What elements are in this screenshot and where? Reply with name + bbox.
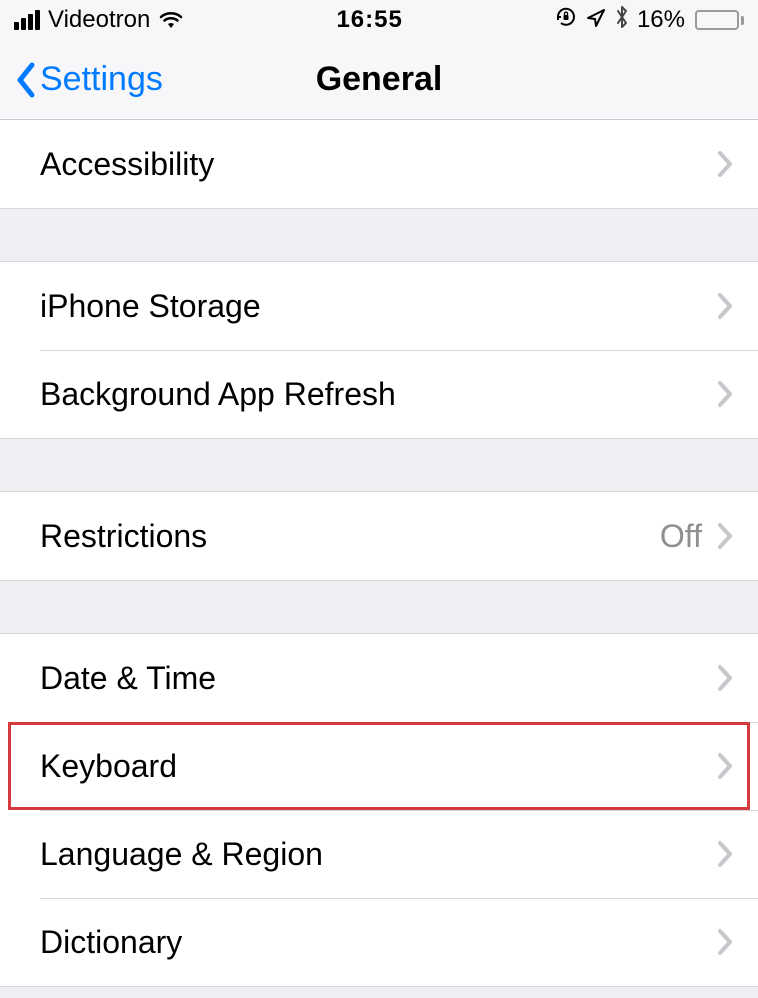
- battery-icon: [695, 10, 744, 30]
- chevron-left-icon: [14, 61, 38, 99]
- row-accessory: [716, 149, 734, 179]
- status-left: Videotron: [14, 6, 184, 34]
- settings-row-dictionary[interactable]: Dictionary: [0, 898, 758, 986]
- chevron-right-icon: [716, 379, 734, 409]
- row-label: Dictionary: [40, 924, 182, 961]
- back-button[interactable]: Settings: [14, 60, 163, 99]
- settings-group: Accessibility: [0, 120, 758, 209]
- page-title: General: [316, 60, 443, 99]
- row-accessory: [716, 291, 734, 321]
- settings-row-background-app-refresh[interactable]: Background App Refresh: [0, 350, 758, 438]
- settings-row-date-time[interactable]: Date & Time: [0, 634, 758, 722]
- row-label: Background App Refresh: [40, 376, 396, 413]
- row-label: Accessibility: [40, 146, 214, 183]
- settings-list: Accessibility iPhone Storage Background …: [0, 120, 758, 987]
- row-accessory: [716, 839, 734, 869]
- row-accessory: [716, 927, 734, 957]
- chevron-right-icon: [716, 839, 734, 869]
- row-label: Date & Time: [40, 660, 216, 697]
- settings-row-restrictions[interactable]: Restrictions Off: [0, 492, 758, 580]
- chevron-right-icon: [716, 149, 734, 179]
- row-label: iPhone Storage: [40, 288, 261, 325]
- chevron-right-icon: [716, 291, 734, 321]
- settings-group: Restrictions Off: [0, 491, 758, 581]
- row-label: Language & Region: [40, 836, 323, 873]
- status-right: 16%: [555, 5, 744, 36]
- nav-bar: Settings General: [0, 40, 758, 120]
- chevron-right-icon: [716, 521, 734, 551]
- settings-row-iphone-storage[interactable]: iPhone Storage: [0, 262, 758, 350]
- chevron-right-icon: [716, 751, 734, 781]
- location-icon: [585, 6, 607, 35]
- settings-row-keyboard[interactable]: Keyboard: [0, 722, 758, 810]
- settings-row-accessibility[interactable]: Accessibility: [0, 120, 758, 208]
- row-accessory: Off: [660, 518, 734, 555]
- chevron-right-icon: [716, 927, 734, 957]
- status-bar: Videotron 16:55: [0, 0, 758, 40]
- row-label: Keyboard: [40, 748, 177, 785]
- cellular-signal-icon: [14, 10, 40, 30]
- wifi-icon: [158, 10, 184, 30]
- row-accessory: [716, 379, 734, 409]
- row-label: Restrictions: [40, 518, 207, 555]
- settings-group: Date & Time Keyboard Language & Region D…: [0, 633, 758, 987]
- orientation-lock-icon: [555, 6, 577, 35]
- bluetooth-icon: [615, 5, 629, 36]
- carrier-label: Videotron: [48, 6, 150, 34]
- row-value: Off: [660, 518, 702, 555]
- row-accessory: [716, 751, 734, 781]
- settings-row-language-region[interactable]: Language & Region: [0, 810, 758, 898]
- row-accessory: [716, 663, 734, 693]
- battery-percent: 16%: [637, 6, 685, 34]
- status-time: 16:55: [336, 6, 402, 34]
- settings-group: iPhone Storage Background App Refresh: [0, 261, 758, 439]
- back-label: Settings: [40, 60, 163, 99]
- chevron-right-icon: [716, 663, 734, 693]
